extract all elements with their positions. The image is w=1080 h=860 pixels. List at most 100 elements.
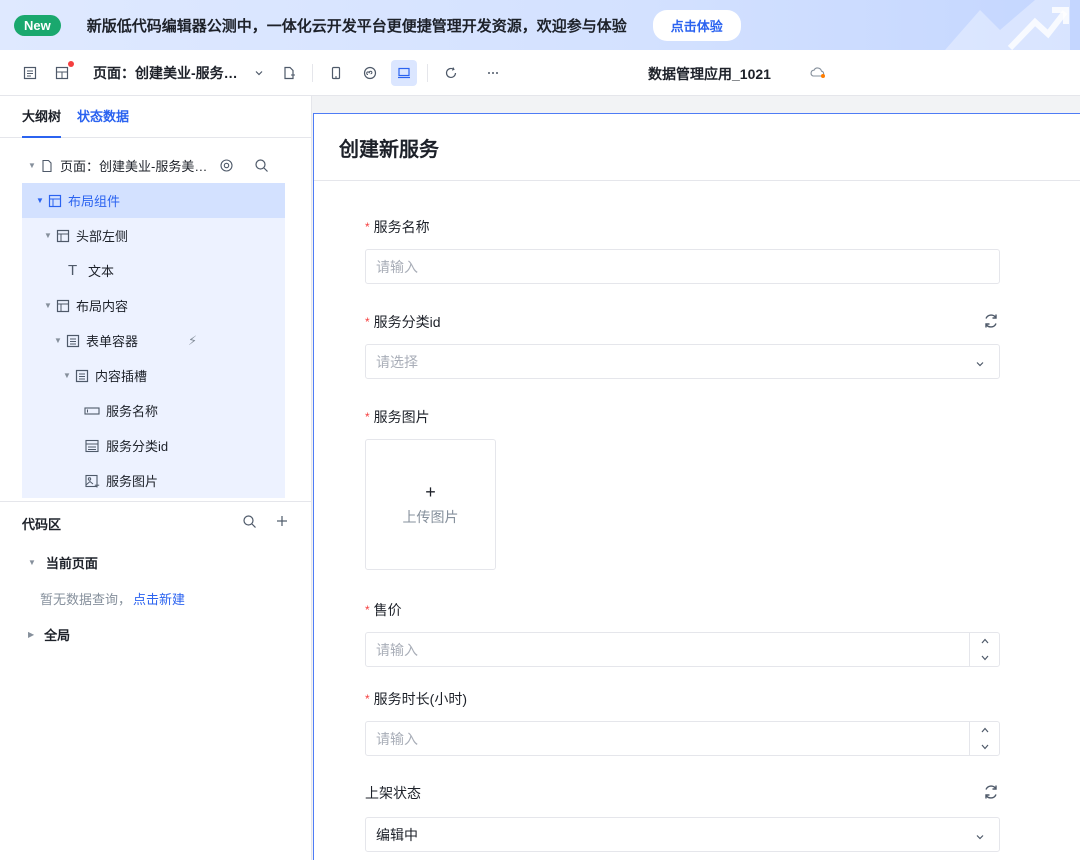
design-canvas: 创建新服务 * 服务名称 请输入 * 服务分类id 请选择 * 服务图片 + 上传图片… [313, 113, 1080, 860]
service-category-select[interactable]: 请选择 [365, 344, 1000, 379]
required-mark: * [365, 603, 370, 617]
tree-node-text[interactable]: T 文本 [0, 253, 311, 288]
search-icon[interactable] [254, 158, 269, 173]
field-label: * 服务分类id [365, 312, 1000, 332]
chevron-down-icon [975, 829, 985, 845]
caret-down-icon[interactable]: ▼ [28, 161, 40, 170]
try-now-button[interactable]: 点击体验 [652, 9, 741, 41]
caret-down-icon[interactable]: ▼ [28, 558, 36, 567]
service-name-input[interactable]: 请输入 [365, 249, 1000, 284]
tree-node-header-left[interactable]: ▼ 头部左侧 [0, 218, 311, 253]
field-label: * 服务图片 [365, 407, 1000, 427]
tree-node-content-slot[interactable]: ▼ 内容插槽 [0, 358, 311, 393]
mobile-view-icon[interactable] [323, 60, 349, 86]
form-icon [66, 334, 80, 348]
required-mark: * [365, 220, 370, 234]
code-group-label: 当前页面 [45, 555, 98, 571]
desktop-view-icon[interactable] [390, 59, 417, 86]
form-icon [75, 369, 89, 383]
settings-icon[interactable] [219, 158, 234, 173]
decrement-arrow-icon[interactable] [970, 739, 999, 756]
tree-node-page[interactable]: ▼ 页面：创建美业-服务美… [0, 148, 311, 183]
outline-panel-icon[interactable] [17, 60, 43, 86]
tree-node-service-image[interactable]: 服务图片 [0, 463, 311, 498]
add-page-icon[interactable] [276, 60, 302, 86]
search-icon[interactable] [242, 514, 257, 532]
code-group-global[interactable]: ▶ 全局 [0, 616, 311, 652]
duration-field: * 服务时长(小时) 请输入 [365, 689, 1000, 756]
image-upload-icon [84, 474, 100, 488]
announcement-banner: New 新版低代码编辑器公测中，一体化云开发平台更便捷管理开发资源，欢迎参与体验… [0, 0, 1080, 50]
component-panel-icon[interactable] [49, 60, 75, 86]
tab-state-data[interactable]: 状态数据 [77, 96, 129, 138]
code-group-current-page[interactable]: ▼ 当前页面 [0, 544, 311, 580]
refresh-icon[interactable] [438, 60, 464, 86]
caret-down-icon[interactable]: ▼ [63, 371, 75, 380]
add-icon[interactable] [275, 514, 289, 532]
chevron-down-icon[interactable] [246, 60, 272, 86]
tree-node-label: 布局组件 [68, 194, 121, 209]
input-placeholder: 请输入 [376, 641, 418, 658]
decrement-arrow-icon[interactable] [970, 650, 999, 667]
field-label-text: 服务分类id [373, 314, 441, 330]
input-placeholder: 请输入 [376, 258, 418, 275]
field-label: * 服务名称 [365, 217, 1000, 237]
service-name-field: * 服务名称 请输入 [365, 217, 1000, 284]
service-image-field: * 服务图片 + 上传图片 [365, 407, 1000, 570]
text-type-icon: T [68, 261, 78, 279]
increment-arrow-icon[interactable] [970, 722, 999, 739]
tree-node-layout-component[interactable]: ▼ 布局组件 [22, 183, 285, 218]
caret-down-icon[interactable]: ▼ [54, 336, 66, 345]
more-options-icon[interactable] [480, 60, 506, 86]
tree-node-form-container[interactable]: ▼ 表单容器 ⚡ [0, 323, 311, 358]
input-field-icon [84, 404, 100, 418]
refresh-icon[interactable] [982, 312, 1000, 333]
layout-icon [48, 194, 62, 208]
refresh-icon[interactable] [982, 783, 1000, 804]
price-number-input[interactable]: 请输入 [365, 632, 1000, 667]
code-area-title: 代码区 [22, 516, 62, 532]
create-query-link[interactable]: 点击新建 [133, 589, 185, 608]
notification-dot [68, 60, 74, 67]
banner-decoration-icon [945, 0, 1070, 50]
editor-toolbar: 页面：创建美业-服务… 数据管理应用_1021 [0, 50, 1080, 96]
select-placeholder: 请选择 [376, 353, 418, 370]
left-panel: 大纲树 状态数据 ▼ 页面：创建美业-服务美… ▼ 布局组件 ▼ 头部左侧 T … [0, 96, 312, 860]
duration-number-input[interactable]: 请输入 [365, 721, 1000, 756]
field-label-text: 服务名称 [373, 219, 430, 235]
cloud-sync-icon[interactable] [808, 63, 828, 83]
tab-outline-tree[interactable]: 大纲树 [22, 96, 62, 138]
tree-node-layout-content[interactable]: ▼ 布局内容 [0, 288, 311, 323]
upload-text: 上传图片 [402, 508, 459, 525]
code-area: 代码区 ▼ 当前页面 暂无数据查询， 点击新建 ▶ 全局 [0, 501, 311, 652]
tree-node-label: 页面：创建美业-服务美… [60, 159, 208, 174]
field-label-text: 服务图片 [373, 409, 430, 425]
code-group-label: 全局 [44, 627, 71, 643]
caret-right-icon[interactable]: ▶ [28, 630, 34, 639]
mini-program-view-icon[interactable] [357, 60, 383, 86]
lightning-icon[interactable]: ⚡ [188, 333, 197, 349]
page-icon [40, 159, 54, 173]
increment-arrow-icon[interactable] [970, 633, 999, 650]
select-field-icon [84, 439, 100, 453]
caret-down-icon[interactable]: ▼ [36, 196, 48, 205]
tree-node-label: 服务图片 [106, 474, 159, 489]
listing-status-field: 上架状态 编辑中 [365, 783, 1000, 852]
new-badge: New [14, 14, 61, 36]
caret-down-icon[interactable]: ▼ [44, 231, 56, 240]
select-value: 编辑中 [376, 826, 418, 843]
listing-status-select[interactable]: 编辑中 [365, 817, 1000, 852]
left-panel-tabs: 大纲树 状态数据 [0, 96, 311, 138]
image-upload-box[interactable]: + 上传图片 [365, 439, 496, 570]
banner-text: 新版低代码编辑器公测中，一体化云开发平台更便捷管理开发资源，欢迎参与体验 [86, 17, 627, 35]
page-selector-label[interactable]: 页面：创建美业-服务… [93, 63, 238, 83]
app-title: 数据管理应用_1021 [648, 66, 771, 82]
tree-node-service-category[interactable]: 服务分类id [0, 428, 311, 463]
service-category-field: * 服务分类id 请选择 [365, 312, 1000, 379]
tree-node-service-name[interactable]: 服务名称 [0, 393, 311, 428]
caret-down-icon[interactable]: ▼ [44, 301, 56, 310]
field-label-text: 售价 [373, 602, 402, 618]
empty-text: 暂无数据查询， [40, 591, 132, 607]
form-title: 创建新服务 [314, 114, 1080, 181]
chevron-down-icon [975, 356, 985, 372]
